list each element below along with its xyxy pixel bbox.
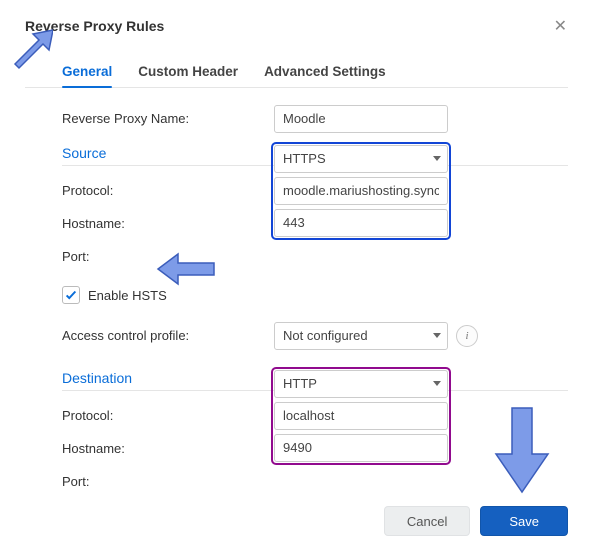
- acp-value: Not configured: [283, 328, 368, 343]
- tab-advanced-settings[interactable]: Advanced Settings: [264, 64, 386, 87]
- source-hostname-label: Hostname:: [62, 216, 274, 231]
- dest-protocol-select[interactable]: HTTP: [274, 370, 448, 398]
- source-protocol-label: Protocol:: [62, 183, 274, 198]
- dialog-header: Reverse Proxy Rules ✕: [25, 0, 568, 48]
- row-enable-hsts: Enable HSTS: [62, 283, 568, 307]
- enable-hsts-label: Enable HSTS: [88, 288, 167, 303]
- enable-hsts-checkbox[interactable]: [62, 286, 80, 304]
- dest-protocol-label: Protocol:: [62, 408, 274, 423]
- dest-hostname-input[interactable]: [274, 402, 448, 430]
- tab-custom-header[interactable]: Custom Header: [138, 64, 238, 87]
- source-port-input[interactable]: [274, 209, 448, 237]
- dest-port-label: Port:: [62, 474, 274, 489]
- tab-bar: General Custom Header Advanced Settings: [62, 64, 568, 87]
- source-protocol-value: HTTPS: [283, 151, 326, 166]
- save-button[interactable]: Save: [480, 506, 568, 536]
- dialog-title: Reverse Proxy Rules: [25, 18, 164, 34]
- source-port-label: Port:: [62, 249, 274, 264]
- dest-hostname-label: Hostname:: [62, 441, 274, 456]
- acp-label: Access control profile:: [62, 328, 274, 343]
- dest-port-input[interactable]: [274, 434, 448, 462]
- source-protocol-select[interactable]: HTTPS: [274, 145, 448, 173]
- row-source-port: Port:: [62, 240, 568, 273]
- row-source-protocol: Protocol: HTTPS: [62, 174, 568, 207]
- close-icon[interactable]: ✕: [553, 14, 568, 38]
- proxy-name-input[interactable]: [274, 105, 448, 133]
- source-hostname-input[interactable]: [274, 177, 448, 205]
- row-proxy-name: Reverse Proxy Name:: [62, 102, 568, 135]
- cancel-button[interactable]: Cancel: [384, 506, 470, 536]
- destination-highlight: HTTP: [274, 370, 448, 462]
- dialog-footer: Cancel Save: [384, 506, 568, 536]
- source-highlight: HTTPS: [274, 145, 448, 237]
- chevron-down-icon: [433, 381, 441, 386]
- acp-select[interactable]: Not configured: [274, 322, 448, 350]
- row-dest-protocol: Protocol: HTTP: [62, 399, 568, 432]
- form-area: Reverse Proxy Name: Source Protocol: HTT…: [62, 102, 568, 498]
- reverse-proxy-dialog: Reverse Proxy Rules ✕ General Custom Hea…: [0, 0, 593, 554]
- row-dest-port: Port:: [62, 465, 568, 498]
- chevron-down-icon: [433, 156, 441, 161]
- tab-general[interactable]: General: [62, 64, 112, 87]
- proxy-name-label: Reverse Proxy Name:: [62, 111, 274, 126]
- dest-protocol-value: HTTP: [283, 376, 317, 391]
- checkmark-icon: [64, 288, 78, 302]
- row-access-control-profile: Access control profile: Not configured i: [62, 319, 568, 352]
- chevron-down-icon: [433, 333, 441, 338]
- info-icon[interactable]: i: [456, 325, 478, 347]
